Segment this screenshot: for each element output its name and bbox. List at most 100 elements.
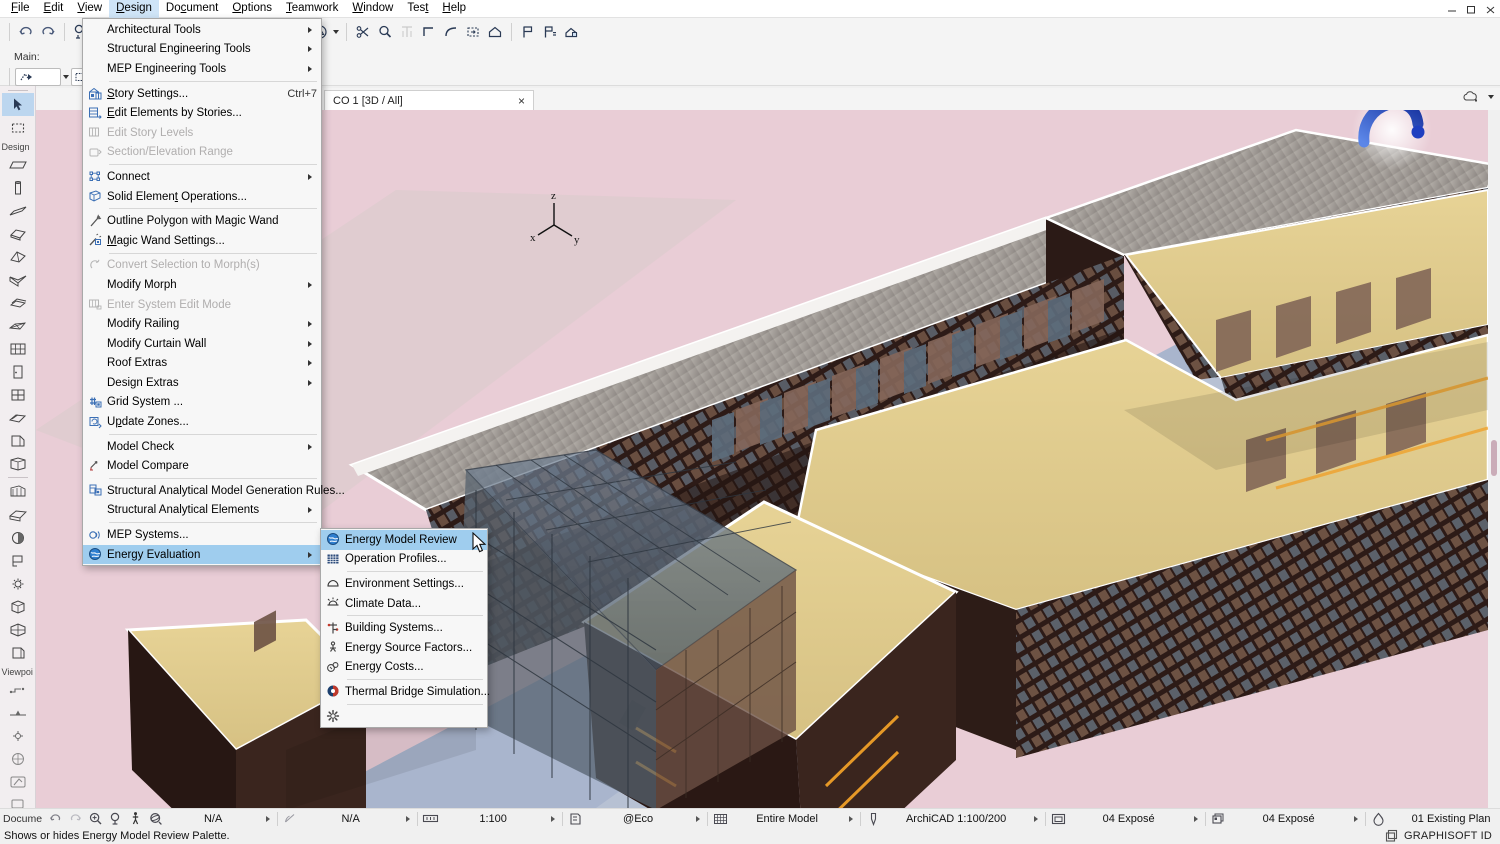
menu-item-roof-extras[interactable]: Roof Extras <box>83 354 321 374</box>
menu-window[interactable]: Window <box>345 0 400 18</box>
chevron-right-icon[interactable] <box>401 816 415 822</box>
menu-item-energy-model-review[interactable]: Energy Model Review <box>321 530 487 550</box>
renovation-icon[interactable] <box>565 810 585 828</box>
explore-walk-icon[interactable] <box>125 810 145 828</box>
zoom-tool-icon[interactable] <box>85 810 105 828</box>
minimize-button[interactable] <box>1447 4 1458 15</box>
chevron-right-icon[interactable] <box>546 816 560 822</box>
menu-item-magic-wand-settings[interactable]: Magic Wand Settings... <box>83 231 321 251</box>
detail-tool[interactable] <box>2 724 34 747</box>
menu-item-outline-polygon-magic-wand[interactable]: Outline Polygon with Magic Wand <box>83 211 321 231</box>
chevron-right-icon[interactable] <box>1349 816 1363 822</box>
chevron-right-icon[interactable] <box>1029 816 1043 822</box>
menu-file[interactable]: FFileile <box>4 0 37 18</box>
menu-item-structural-analytical-elements[interactable]: Structural Analytical Elements <box>83 501 321 521</box>
zone-tool[interactable] <box>2 526 34 549</box>
menu-item-solid-element-operations[interactable]: Solid Element Operations... <box>83 187 321 207</box>
chevron-right-icon[interactable] <box>844 816 858 822</box>
menu-view[interactable]: View <box>70 0 109 18</box>
menu-item-modify-railing[interactable]: Modify Railing <box>83 314 321 334</box>
arrow-tool[interactable] <box>2 93 34 116</box>
status-field-orientation[interactable]: N/A <box>165 810 275 828</box>
status-field-model-view-options[interactable]: 04 Exposé <box>1068 810 1203 828</box>
orbit-icon[interactable] <box>145 810 165 828</box>
stretch-icon[interactable] <box>462 21 484 43</box>
graphic-override-icon[interactable] <box>1208 810 1228 828</box>
worksheet-tool[interactable] <box>2 747 34 770</box>
menu-teamwork[interactable]: Teamwork <box>279 0 345 18</box>
scale-icon[interactable] <box>420 810 440 828</box>
curtain-wall-tool[interactable] <box>2 337 34 360</box>
chevron-right-icon[interactable] <box>691 816 705 822</box>
door-tool[interactable] <box>2 360 34 383</box>
wall-tool[interactable] <box>2 153 34 176</box>
section-tool[interactable] <box>2 678 34 701</box>
marquee-tool[interactable] <box>2 116 34 139</box>
object-3d-tool[interactable] <box>2 595 34 618</box>
menu-item-energy-costs[interactable]: Energy Costs... <box>321 658 487 678</box>
menu-item-model-check[interactable]: Model Check <box>83 437 321 457</box>
relative-angle-icon[interactable] <box>280 810 300 828</box>
menu-item-thermal-bridge-simulation[interactable]: Thermal Bridge Simulation... <box>321 682 487 702</box>
status-field-relative-angle[interactable]: N/A <box>300 810 415 828</box>
object-tool[interactable] <box>2 452 34 475</box>
mesh-tool[interactable] <box>2 314 34 337</box>
light-tool[interactable] <box>2 572 34 595</box>
maximize-button[interactable] <box>1466 4 1477 15</box>
beam-tool[interactable] <box>2 199 34 222</box>
split-icon[interactable] <box>396 21 418 43</box>
status-field-renovation-filter[interactable]: @Eco <box>585 810 705 828</box>
menu-item-energy-evaluation[interactable]: Energy Evaluation <box>83 545 321 565</box>
status-field-layer-combination[interactable]: 01 Existing Plan <box>1388 810 1500 828</box>
status-field-partial-structure[interactable]: Entire Model <box>730 810 858 828</box>
undo-view-icon[interactable] <box>45 810 65 828</box>
pen-set-icon[interactable] <box>863 810 883 828</box>
menu-item-building-systems[interactable]: Building Systems... <box>321 618 487 638</box>
list-icon[interactable] <box>539 21 561 43</box>
menu-design[interactable]: Design <box>109 0 159 18</box>
menu-item-mep-engineering-tools[interactable]: MEP Engineering Tools <box>83 59 321 79</box>
menu-item-architectural-tools[interactable]: Architectural Tools <box>83 20 321 40</box>
adjust-icon[interactable] <box>418 21 440 43</box>
menu-item-energy-simulation-options[interactable] <box>321 707 487 727</box>
menu-item-structural-engineering-tools[interactable]: Structural Engineering Tools <box>83 40 321 60</box>
stair-tool[interactable] <box>2 480 34 503</box>
arrow-select-mode-icon[interactable] <box>15 68 61 86</box>
structure-display-icon[interactable] <box>710 810 730 828</box>
menu-document[interactable]: Document <box>159 0 225 18</box>
status-field-pen-set[interactable]: ArchiCAD 1:100/200 <box>883 810 1043 828</box>
viewport-vertical-scrollbar[interactable] <box>1488 110 1500 808</box>
lamp-tool[interactable] <box>2 549 34 572</box>
menu-item-design-extras[interactable]: Design Extras <box>83 373 321 393</box>
scrollbar-thumb[interactable] <box>1491 440 1497 476</box>
menu-item-operation-profiles[interactable]: Operation Profiles... <box>321 550 487 570</box>
chevron-right-icon[interactable] <box>1189 816 1203 822</box>
undo-icon[interactable] <box>15 21 37 43</box>
scissors-icon[interactable] <box>352 21 374 43</box>
layer-icon[interactable] <box>1368 810 1388 828</box>
menu-item-model-compare[interactable]: Model Compare <box>83 456 321 476</box>
menu-help[interactable]: Help <box>435 0 473 18</box>
flag-icon[interactable] <box>517 21 539 43</box>
arrow-mode-caret[interactable] <box>61 66 71 88</box>
roof-tool[interactable] <box>2 245 34 268</box>
curtain-grid-tool[interactable] <box>2 618 34 641</box>
circle-dropdown-caret[interactable] <box>331 21 341 43</box>
view-options-caret[interactable] <box>1486 86 1496 108</box>
shell-tool[interactable] <box>2 268 34 291</box>
wall-end-tool[interactable] <box>2 429 34 452</box>
close-button[interactable] <box>1485 4 1496 15</box>
menu-item-energy-source-factors[interactable]: Energy Source Factors... <box>321 638 487 658</box>
redo-icon[interactable] <box>37 21 59 43</box>
fit-in-window-icon[interactable] <box>105 810 125 828</box>
morph-tool[interactable] <box>2 291 34 314</box>
menu-item-modify-morph[interactable]: Modify Morph <box>83 275 321 295</box>
skylight-tool[interactable] <box>2 406 34 429</box>
menu-edit[interactable]: Edit <box>37 0 71 18</box>
elevation-tool[interactable] <box>2 701 34 724</box>
menu-item-structural-analytical-rules[interactable]: Structural Analytical Model Generation R… <box>83 481 321 501</box>
menu-item-connect[interactable]: Connect <box>83 167 321 187</box>
menu-item-edit-elements-by-stories[interactable]: Edit Elements by Stories... <box>83 103 321 123</box>
window-tool[interactable] <box>2 383 34 406</box>
graphisoft-id-area[interactable]: GRAPHISOFT ID <box>1385 829 1500 843</box>
